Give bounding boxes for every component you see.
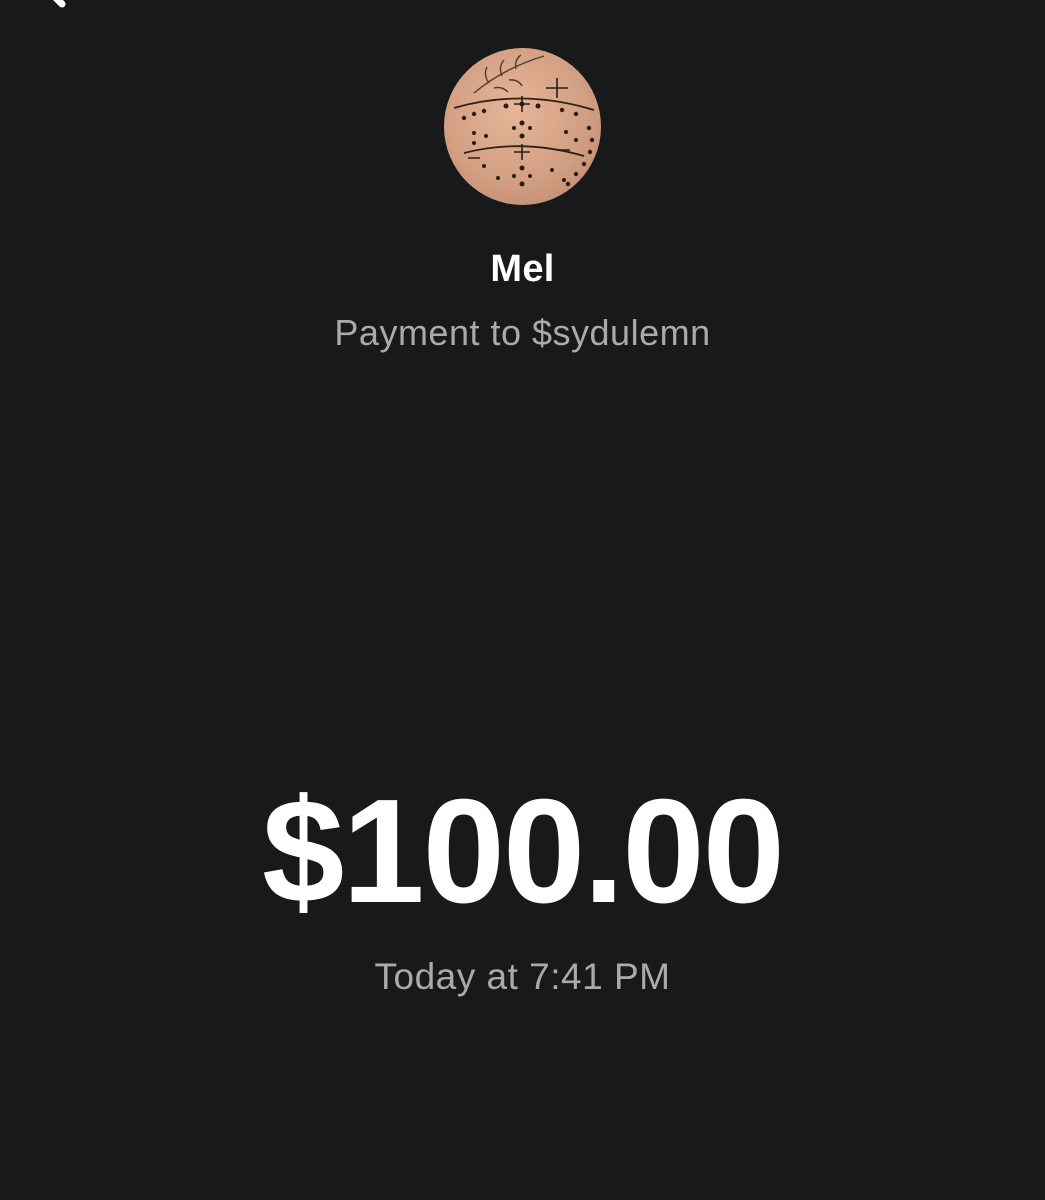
avatar[interactable] bbox=[444, 48, 601, 205]
recipient-name: Mel bbox=[490, 248, 555, 290]
payment-recipient-cashtag: Payment to $sydulemn bbox=[334, 312, 711, 353]
avatar-image bbox=[453, 54, 595, 187]
payment-timestamp: Today at 7:41 PM bbox=[374, 956, 671, 997]
payment-detail-screen: Mel Payment to $sydulemn $100.00 Today a… bbox=[0, 0, 1045, 1200]
back-button[interactable] bbox=[20, 0, 90, 20]
chevron-left-icon bbox=[53, 0, 66, 8]
payment-amount: $100.00 bbox=[262, 769, 785, 934]
